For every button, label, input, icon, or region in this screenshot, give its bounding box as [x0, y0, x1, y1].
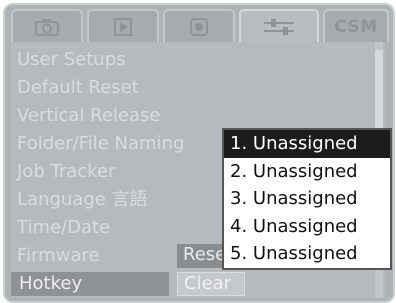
menu-item-hotkey[interactable]: Hotkey	[11, 272, 169, 296]
popup-option[interactable]: 4. Unassigned	[224, 213, 390, 241]
tab-record[interactable]	[163, 9, 235, 42]
record-icon	[190, 17, 208, 36]
settings-sliders-icon	[264, 18, 294, 35]
menu-item-folder-file-naming[interactable]: Folder/File Naming	[17, 132, 184, 156]
tab-camera[interactable]	[11, 9, 83, 42]
tab-csm-label: CSM	[334, 16, 378, 37]
menu-item-user-setups[interactable]: User Setups	[17, 48, 126, 72]
popup-option[interactable]: 3. Unassigned	[224, 185, 390, 213]
popup-option[interactable]: 5. Unassigned	[224, 240, 390, 268]
menu-item-vertical-release[interactable]: Vertical Release	[17, 104, 160, 128]
play-icon	[114, 17, 132, 36]
camera-icon	[35, 18, 59, 36]
tab-bar: CSM	[11, 9, 389, 42]
tab-playback[interactable]	[87, 9, 159, 42]
menu-item-language[interactable]: Language 言語	[17, 188, 148, 212]
menu-item-job-tracker[interactable]: Job Tracker	[17, 160, 115, 184]
menu-item-time-date[interactable]: Time/Date	[17, 216, 110, 240]
menu-item-default-reset[interactable]: Default Reset	[17, 76, 139, 100]
menu-item-firmware[interactable]: Firmware	[17, 244, 100, 268]
popup-option[interactable]: 2. Unassigned	[224, 158, 390, 186]
hotkey-assign-popup: 1. Unassigned 2. Unassigned 3. Unassigne…	[222, 128, 392, 270]
tab-csm[interactable]: CSM	[323, 9, 389, 42]
tab-setup[interactable]	[239, 9, 319, 42]
popup-option[interactable]: 1. Unassigned	[224, 130, 390, 158]
clear-button[interactable]: Clear	[177, 272, 245, 296]
